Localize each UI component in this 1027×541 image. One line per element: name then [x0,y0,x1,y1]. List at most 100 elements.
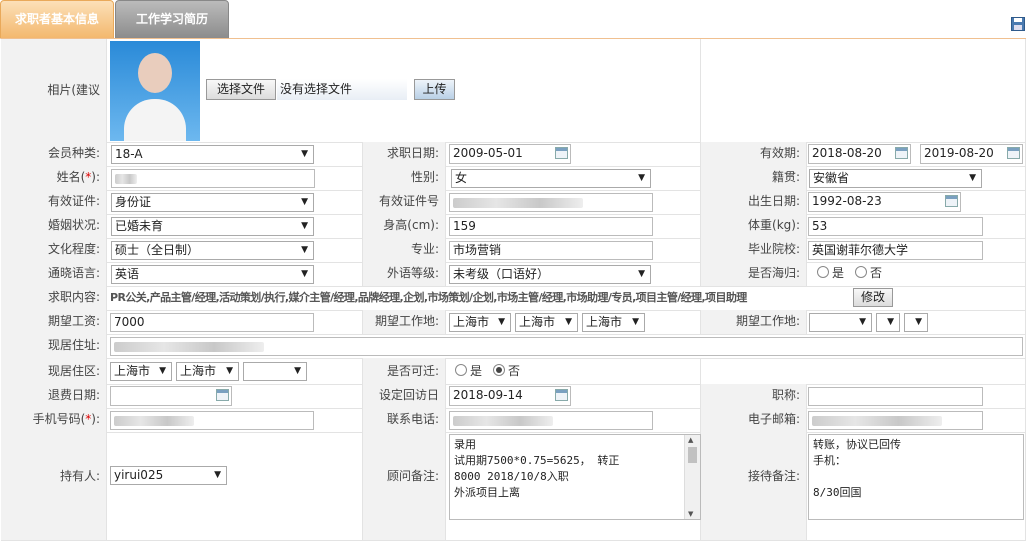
refund-date-label: 退费日期: [1,384,107,408]
calendar-icon[interactable] [555,389,568,401]
advisor-note-label: 顾问备注: [363,432,446,540]
phone-field[interactable] [449,411,653,430]
calendar-icon[interactable] [1007,147,1020,159]
row-expected: 期望工资: 7000 期望工作地: 上海市 ▼ 上海市 ▼ 上海市 ▼ 期望工作地: … [1,310,1026,335]
row-address: 现居住址: [1,334,1026,359]
expected-location-2-city-select[interactable]: ▼ [876,313,900,332]
name-label: 姓名(*): [1,166,107,190]
gender-select[interactable]: 女 ▼ [451,169,651,188]
expected-location-2-district-select[interactable]: ▼ [904,313,928,332]
job-content-label: 求职内容: [1,286,107,310]
address-label: 现居住址: [1,334,107,358]
radio-selected-icon[interactable] [493,364,505,376]
calendar-icon[interactable] [945,195,958,207]
advisor-note-scrollbar[interactable]: ▲ ▼ [684,435,700,519]
member-type-select[interactable]: 18-A ▼ [111,145,314,164]
weight-field[interactable]: 53 [808,217,983,236]
title-field[interactable] [808,387,983,406]
expected-location-city-select[interactable]: 上海市 ▼ [515,313,578,332]
holder-label: 持有人: [1,432,107,540]
mobile-field[interactable] [110,411,314,430]
applicant-form: 相片(建议72*100): 选择文件 没有选择文件 上传 会员种类: 18-A▼… [0,38,1026,541]
language-select[interactable]: 英语 ▼ [111,265,314,284]
radio-icon[interactable] [855,266,867,278]
save-icon[interactable] [1011,17,1025,31]
row-member-type: 会员种类: 18-A ▼ 求职日期: 2009-05-01 有效期: 2018-0… [1,142,1026,167]
member-type-label: 会员种类: [1,142,107,166]
foreign-level-select[interactable]: 未考级（口语好） ▼ [449,265,651,284]
row-name: 姓名(*): 性别: 女 ▼ 籍贯: 安徽省 ▼ [1,166,1026,191]
expected-location-district-select[interactable]: 上海市 ▼ [582,313,645,332]
education-select[interactable]: 硕士（全日制） ▼ [111,241,314,260]
id-number-label: 有效证件号码: [363,190,446,231]
radio-icon[interactable] [817,266,829,278]
valid-period-label: 有效期: [701,142,807,166]
row-language: 通晓语言: 英语 ▼ 外语等级: 未考级（口语好） ▼ 是否海归: 是 否 [1,262,1026,287]
returnee-yes-option[interactable]: 是 [817,262,844,285]
marital-select[interactable]: 已婚未育 ▼ [111,217,314,236]
revisit-date-input[interactable]: 2018-09-14 [449,386,571,406]
valid-from-input[interactable]: 2018-08-20 [808,144,911,164]
relocate-label: 是否可迁: [363,358,446,384]
tab-work-study-resume[interactable]: 工作学习简历 [115,0,229,39]
expected-location-label: 期望工作地: [363,310,446,334]
education-label: 文化程度: [1,238,107,262]
district-province-select[interactable]: 上海市 ▼ [110,362,172,381]
returnee-no-option[interactable]: 否 [855,262,882,285]
district-label: 现居住区: [1,358,107,384]
reception-note-textarea[interactable]: 转账，协议已回传 手机： 8/30回国 [808,434,1024,520]
id-type-label: 有效证件: [1,190,107,214]
apply-date-label: 求职日期: [363,142,446,166]
major-field[interactable]: 市场营销 [449,241,653,260]
id-type-select[interactable]: 身份证 ▼ [111,193,314,212]
relocate-no-option[interactable]: 否 [493,360,520,383]
valid-to-input[interactable]: 2019-08-20 [920,144,1023,164]
expected-salary-label: 期望工资: [1,310,107,334]
calendar-icon[interactable] [216,389,229,401]
row-job-content: 求职内容: PR公关,产品主管/经理,活动策划/执行,媒介主管/经理,品牌经理,… [1,286,1026,311]
school-field[interactable]: 英国谢菲尔德大学 [808,241,983,260]
relocate-yes-option[interactable]: 是 [455,360,482,383]
name-field[interactable] [111,169,315,188]
birthdate-label: 出生日期: [701,190,807,214]
district-area-select[interactable]: ▼ [243,362,307,381]
row-contact: 手机号码(*): 联系电话: 电子邮箱: [1,408,1026,433]
height-field[interactable]: 159 [449,217,653,236]
calendar-icon[interactable] [555,147,568,159]
photo-right-cell [701,39,1026,142]
address-field[interactable] [110,337,1023,356]
refund-date-input[interactable] [110,386,232,406]
language-label: 通晓语言: [1,262,107,286]
tab-basic-info[interactable]: 求职者基本信息 [0,0,114,39]
id-number-field[interactable] [449,193,653,212]
reception-note-label: 接待备注: [701,432,807,540]
phone-label: 联系电话: [363,408,446,432]
expected-salary-field[interactable]: 7000 [110,313,314,332]
email-label: 电子邮箱: [701,408,807,432]
email-field[interactable] [808,411,983,430]
title-label: 职称: [701,384,807,408]
mobile-label: 手机号码(*): [1,408,107,432]
row-education: 文化程度: 硕士（全日制） ▼ 专业: 市场营销 毕业院校: 英国谢菲尔德大学 [1,238,1026,263]
height-label: 身高(cm): [363,214,446,238]
native-place-select[interactable]: 安徽省 ▼ [809,169,982,188]
weight-label: 体重(kg): [701,214,807,238]
choose-file-button[interactable]: 选择文件 [206,79,276,100]
holder-select[interactable]: yirui025 ▼ [110,466,227,485]
calendar-icon[interactable] [895,147,908,159]
modify-button[interactable]: 修改 [853,288,893,307]
upload-button[interactable]: 上传 [414,79,455,100]
row-refund: 退费日期: 设定回访日期: 2018-09-14 职称: [1,384,1026,425]
file-name-display: 没有选择文件 [277,79,407,100]
gender-label: 性别: [363,166,446,190]
apply-date-input[interactable]: 2009-05-01 [449,144,571,164]
advisor-note-textarea[interactable]: 录用 试用期7500*0.75=5625， 转正 8000 2018/10/8入… [449,434,701,520]
birthdate-input[interactable]: 1992-08-23 [808,192,961,212]
photo-cell: 选择文件 没有选择文件 上传 [107,39,701,142]
radio-icon[interactable] [455,364,467,376]
district-city-select[interactable]: 上海市 ▼ [176,362,239,381]
avatar [110,41,200,141]
photo-label: 相片(建议72*100): [1,39,107,200]
expected-location-2-province-select[interactable]: ▼ [809,313,872,332]
expected-location-province-select[interactable]: 上海市 ▼ [449,313,511,332]
